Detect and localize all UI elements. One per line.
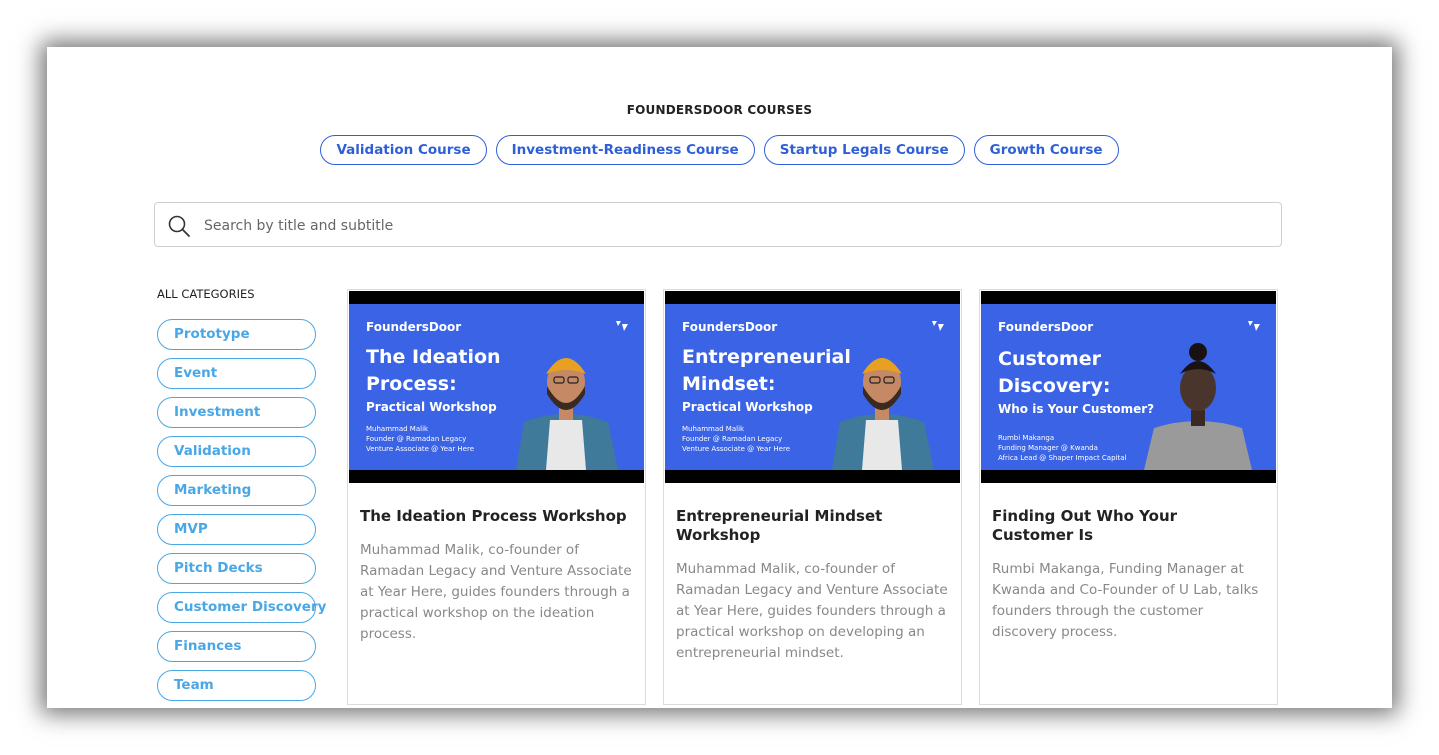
thumbnail-subtitle: Who is Your Customer? [998, 402, 1155, 416]
courses-heading: FOUNDERSDOOR COURSES [626, 103, 813, 117]
card-thumbnail[interactable]: FoundersDoor Customer Discovery: Who is … [981, 291, 1276, 483]
thumbnail-speaker: Rumbi Makanga Funding Manager @ Kwanda A… [998, 433, 1148, 463]
course-link-validation[interactable]: Validation Course [320, 135, 487, 165]
search-bar [154, 202, 1282, 248]
speaker-line: Venture Associate @ Year Here [366, 445, 475, 453]
category-list: Prototype Event Investment Validation Ma… [157, 319, 326, 708]
search-input[interactable] [202, 203, 1266, 248]
categories-heading: ALL CATEGORIES [157, 287, 255, 301]
category-marketing[interactable]: Marketing [157, 475, 316, 506]
category-validation[interactable]: Validation [157, 436, 316, 467]
category-investment[interactable]: Investment [157, 397, 316, 428]
speaker-line: Muhammad Malik [366, 425, 429, 433]
thumbnail-brand: FoundersDoor [366, 320, 462, 334]
course-card[interactable]: FoundersDoor Customer Discovery: Who is … [979, 289, 1278, 705]
speaker-portrait [832, 358, 934, 470]
course-card[interactable]: FoundersDoor The Ideation Process: Pract… [347, 289, 646, 705]
card-title[interactable]: Finding Out Who Your Customer Is [992, 507, 1262, 545]
category-mvp[interactable]: MVP [157, 514, 316, 545]
course-card[interactable]: FoundersDoor Entrepreneurial Mindset: Pr… [663, 289, 962, 705]
category-pitch-decks[interactable]: Pitch Decks [157, 553, 316, 584]
thumbnail-subtitle: Practical Workshop [682, 400, 813, 414]
category-prototype[interactable]: Prototype [157, 319, 316, 350]
thumbnail-banner: FoundersDoor Entrepreneurial Mindset: Pr… [665, 304, 960, 470]
card-description: Muhammad Malik, co-founder of Ramadan Le… [676, 561, 948, 661]
thumbnail-subtitle: Practical Workshop [366, 400, 497, 414]
card-description: Muhammad Malik, co-founder of Ramadan Le… [360, 542, 632, 642]
category-team[interactable]: Team [157, 670, 316, 701]
page-frame: FOUNDERSDOOR COURSES Validation Course I… [47, 47, 1392, 708]
speaker-line: Funding Manager @ Kwanda [998, 444, 1098, 452]
card-title[interactable]: The Ideation Process Workshop [360, 507, 630, 526]
category-event[interactable]: Event [157, 358, 316, 389]
thumbnail-banner: FoundersDoor The Ideation Process: Pract… [349, 304, 644, 470]
course-link-startup-legals[interactable]: Startup Legals Course [763, 135, 965, 165]
category-finances[interactable]: Finances [157, 631, 316, 662]
speaker-line: Africa Lead @ Shaper Impact Capital [998, 454, 1127, 462]
course-links: Validation Course Investment-Readiness C… [47, 135, 1392, 165]
speaker-line: Muhammad Malik [682, 425, 745, 433]
thumbnail-speaker: Muhammad Malik Founder @ Ramadan Legacy … [366, 424, 516, 454]
category-customer-discovery[interactable]: Customer Discovery [157, 592, 326, 623]
card-description: Rumbi Makanga, Funding Manager at Kwanda… [992, 561, 1259, 640]
card-thumbnail[interactable]: FoundersDoor The Ideation Process: Pract… [349, 291, 644, 483]
card-thumbnail[interactable]: FoundersDoor Entrepreneurial Mindset: Pr… [665, 291, 960, 483]
speaker-portrait [1144, 343, 1252, 470]
speaker-line: Founder @ Ramadan Legacy [366, 435, 467, 443]
thumbnail-brand: FoundersDoor [682, 320, 778, 334]
speaker-line: Founder @ Ramadan Legacy [682, 435, 783, 443]
card-title[interactable]: Entrepreneurial Mindset Workshop [676, 507, 946, 545]
search-icon [168, 215, 190, 237]
speaker-line: Venture Associate @ Year Here [682, 445, 791, 453]
course-link-growth[interactable]: Growth Course [973, 135, 1119, 165]
thumbnail-brand: FoundersDoor [998, 320, 1094, 334]
speaker-portrait [516, 358, 618, 470]
course-link-investment-readiness[interactable]: Investment-Readiness Course [495, 135, 755, 165]
thumbnail-speaker: Muhammad Malik Founder @ Ramadan Legacy … [682, 424, 832, 454]
thumbnail-banner: FoundersDoor Customer Discovery: Who is … [981, 304, 1276, 470]
speaker-line: Rumbi Makanga [998, 434, 1055, 442]
